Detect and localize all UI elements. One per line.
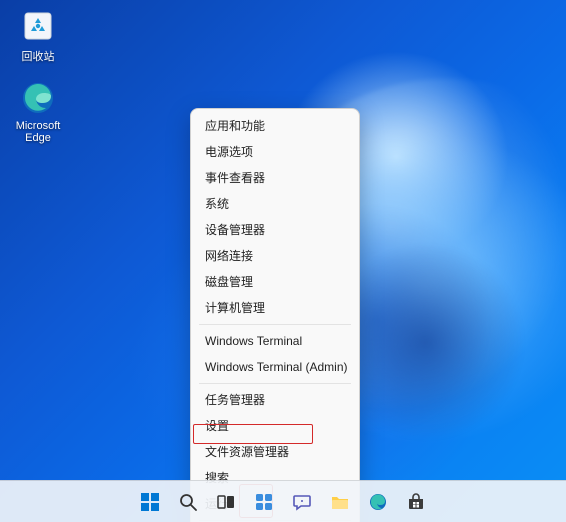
menu-item-computer-management[interactable]: 计算机管理	[191, 295, 359, 321]
taskbar-file-explorer-button[interactable]	[324, 486, 356, 518]
menu-item-disk-management[interactable]: 磁盘管理	[191, 269, 359, 295]
taskbar-widgets-button[interactable]	[248, 486, 280, 518]
taskbar-chat-button[interactable]	[286, 486, 318, 518]
winx-context-menu: 应用和功能 电源选项 事件查看器 系统 设备管理器 网络连接 磁盘管理 计算机管…	[190, 108, 360, 522]
taskbar-start-button[interactable]	[134, 486, 166, 518]
taskbar-task-view-button[interactable]	[210, 486, 242, 518]
menu-item-apps-and-features[interactable]: 应用和功能	[191, 113, 359, 139]
taskbar-search-button[interactable]	[172, 486, 204, 518]
desktop-icon-recycle-bin[interactable]: 回收站	[6, 6, 70, 64]
edge-icon	[18, 78, 58, 118]
recycle-bin-icon	[18, 6, 58, 46]
menu-item-windows-terminal[interactable]: Windows Terminal	[191, 328, 359, 354]
menu-item-power-options[interactable]: 电源选项	[191, 139, 359, 165]
menu-item-network-connections[interactable]: 网络连接	[191, 243, 359, 269]
edge-icon	[368, 492, 388, 512]
menu-item-task-manager[interactable]: 任务管理器	[191, 387, 359, 413]
menu-item-file-explorer[interactable]: 文件资源管理器	[191, 439, 359, 465]
store-icon	[406, 492, 426, 512]
menu-separator	[199, 324, 351, 325]
search-icon	[178, 492, 198, 512]
taskbar-store-button[interactable]	[400, 486, 432, 518]
desktop[interactable]: 回收站 Microsoft Edge 应用和功能 电源选项 事件查看器 系统 设…	[0, 0, 566, 522]
menu-item-device-manager[interactable]: 设备管理器	[191, 217, 359, 243]
taskbar-edge-button[interactable]	[362, 486, 394, 518]
widgets-icon	[254, 492, 274, 512]
menu-item-windows-terminal-admin[interactable]: Windows Terminal (Admin)	[191, 354, 359, 380]
chat-icon	[292, 492, 312, 512]
menu-item-event-viewer[interactable]: 事件查看器	[191, 165, 359, 191]
menu-item-settings[interactable]: 设置	[191, 413, 359, 439]
task-view-icon	[216, 492, 236, 512]
taskbar	[0, 480, 566, 522]
desktop-icon-edge[interactable]: Microsoft Edge	[6, 78, 70, 144]
menu-separator	[199, 383, 351, 384]
desktop-icon-label: 回收站	[6, 48, 70, 64]
windows-start-icon	[140, 492, 160, 512]
menu-item-system[interactable]: 系统	[191, 191, 359, 217]
desktop-icon-label: Microsoft Edge	[6, 120, 70, 144]
file-explorer-icon	[330, 492, 350, 512]
